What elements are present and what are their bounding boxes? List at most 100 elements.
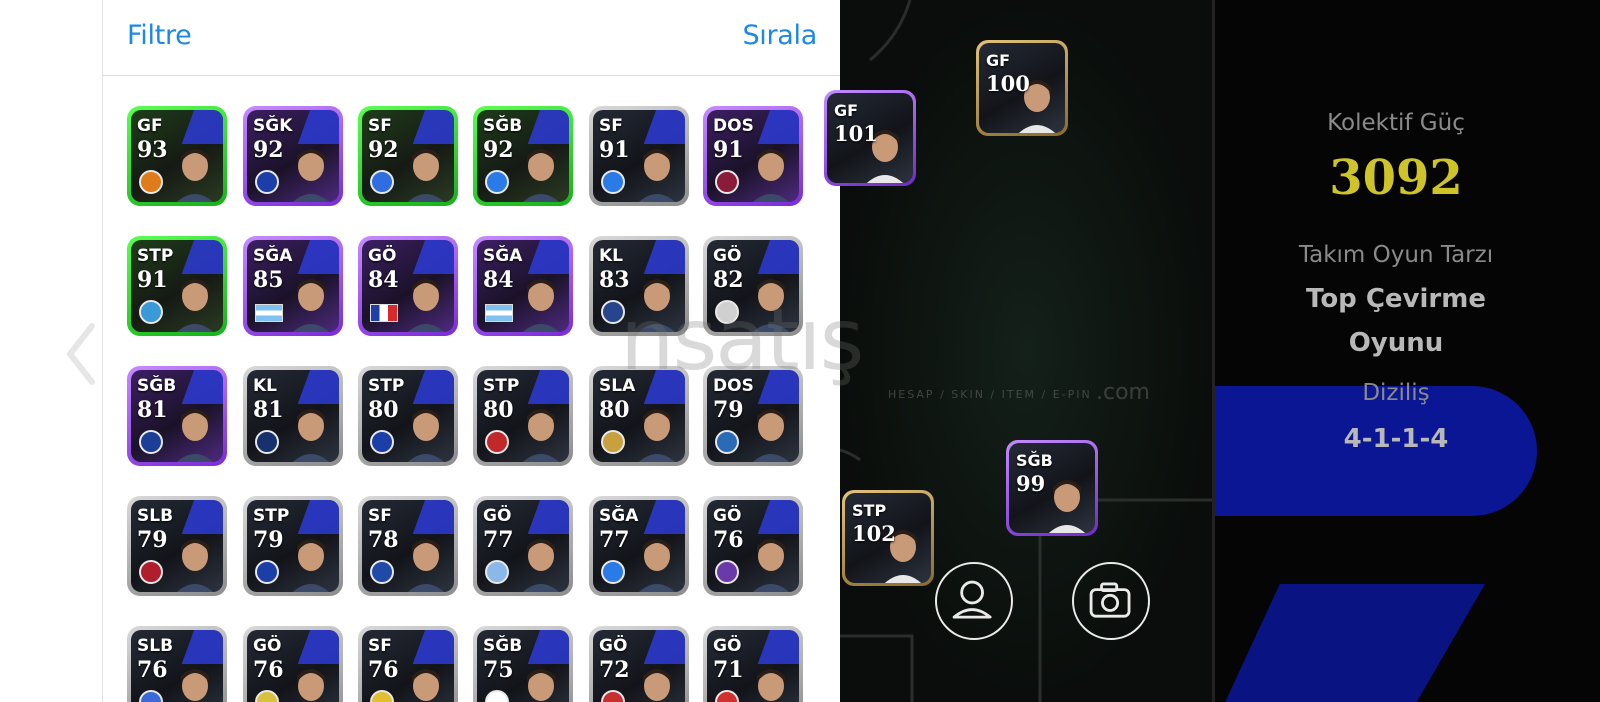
player-portrait-icon: [292, 279, 330, 332]
card-rating: 79: [713, 397, 744, 423]
card-face: KL 81: [247, 370, 339, 462]
card-position: GÖ: [713, 506, 742, 526]
club-crest-icon: [601, 560, 625, 584]
pitch-player-card[interactable]: STP 102: [842, 490, 934, 586]
player-card[interactable]: STP 80: [358, 366, 458, 466]
player-card[interactable]: SĞB 81: [127, 366, 227, 466]
player-list-panel: Filtre Sırala GF 93 SĞK 92 SF 92 SĞB 92 SF 91 DOS 9…: [102, 0, 841, 702]
club-crest-icon: [601, 690, 625, 702]
pitch-player-card[interactable]: GF 101: [824, 90, 916, 186]
player-portrait-icon: [527, 669, 555, 701]
club-crest-icon: [255, 690, 279, 702]
card-position: SF: [368, 116, 392, 136]
pitch-player-card[interactable]: GF 100: [976, 40, 1068, 136]
player-card[interactable]: KL 83: [589, 236, 689, 336]
club-crest-icon: [139, 300, 163, 324]
pitch-player-card[interactable]: SĞB 99: [1006, 440, 1098, 536]
player-card[interactable]: SĞB 92: [473, 106, 573, 206]
power-value: 3092: [1329, 150, 1463, 206]
card-face: SĞB 99: [1009, 443, 1095, 533]
player-card[interactable]: SLB 79: [127, 496, 227, 596]
club-crest-icon: [485, 170, 509, 194]
card-face: STP 102: [845, 493, 931, 583]
player-card[interactable]: GÖ 84: [358, 236, 458, 336]
player-card[interactable]: KL 81: [243, 366, 343, 466]
profile-button[interactable]: [935, 562, 1013, 640]
card-position: DOS: [713, 116, 754, 136]
card-stripe: [757, 110, 799, 144]
player-card[interactable]: GÖ 82: [703, 236, 803, 336]
card-stripe: [757, 370, 799, 404]
chevron-left-icon[interactable]: [64, 322, 98, 386]
player-card[interactable]: SLA 80: [589, 366, 689, 466]
card-face: GÖ 82: [707, 240, 799, 332]
player-portrait-icon: [176, 279, 214, 332]
player-card[interactable]: GÖ 76: [243, 626, 343, 702]
card-rating: 82: [713, 267, 744, 293]
player-card[interactable]: GÖ 71: [703, 626, 803, 702]
watermark-domain: .com: [1096, 380, 1150, 405]
panel-header: Filtre Sırala: [103, 0, 841, 76]
club-crest-icon: [139, 170, 163, 194]
card-face: SF 91: [593, 110, 685, 202]
player-card[interactable]: SF 76: [358, 626, 458, 702]
card-stripe: [527, 240, 569, 274]
player-card[interactable]: STP 80: [473, 366, 573, 466]
player-card[interactable]: SĞA 85: [243, 236, 343, 336]
card-position: GÖ: [599, 636, 628, 656]
card-position: SF: [599, 116, 623, 136]
card-face: SĞB 75: [477, 630, 569, 702]
formation-label: Diziliş: [1362, 380, 1430, 406]
flag-icon: [485, 304, 513, 322]
player-portrait-icon: [176, 149, 214, 202]
player-card[interactable]: STP 91: [127, 236, 227, 336]
card-stripe: [181, 240, 223, 274]
card-position: SĞB: [137, 376, 177, 396]
card-position: SĞA: [483, 246, 523, 266]
player-card[interactable]: SF 78: [358, 496, 458, 596]
card-rating: 92: [483, 137, 514, 163]
card-face: KL 83: [593, 240, 685, 332]
card-rating: 78: [368, 527, 399, 553]
player-card[interactable]: DOS 79: [703, 366, 803, 466]
card-rating: 99: [1016, 471, 1046, 496]
card-face: STP 80: [477, 370, 569, 462]
card-position: GÖ: [483, 506, 512, 526]
club-crest-icon: [370, 690, 394, 702]
player-card[interactable]: SĞA 77: [589, 496, 689, 596]
player-card[interactable]: SĞB 75: [473, 626, 573, 702]
camera-button[interactable]: [1072, 562, 1150, 640]
player-card[interactable]: SF 91: [589, 106, 689, 206]
player-card[interactable]: SĞA 84: [473, 236, 573, 336]
player-card[interactable]: GÖ 76: [703, 496, 803, 596]
card-stripe: [643, 630, 685, 664]
player-card[interactable]: SLB 76: [127, 626, 227, 702]
player-card[interactable]: GÖ 77: [473, 496, 573, 596]
card-stripe: [412, 110, 454, 144]
card-stripe: [412, 500, 454, 534]
card-stripe: [643, 500, 685, 534]
player-portrait-icon: [638, 539, 676, 592]
player-card[interactable]: GÖ 72: [589, 626, 689, 702]
card-position: STP: [137, 246, 174, 266]
card-stripe: [643, 240, 685, 274]
player-card[interactable]: STP 79: [243, 496, 343, 596]
card-face: SLB 76: [131, 630, 223, 702]
player-card[interactable]: DOS 91: [703, 106, 803, 206]
player-card[interactable]: SĞK 92: [243, 106, 343, 206]
player-portrait-icon: [522, 149, 560, 202]
club-crest-icon: [715, 690, 739, 702]
card-stripe: [297, 110, 339, 144]
player-portrait-icon: [407, 409, 445, 462]
player-portrait-icon: [1048, 480, 1086, 533]
filter-button[interactable]: Filtre: [127, 20, 192, 51]
card-rating: 91: [599, 137, 630, 163]
club-crest-icon: [370, 430, 394, 454]
player-portrait-icon: [181, 669, 209, 701]
style-value-line1: Top Çevirme: [1306, 284, 1486, 314]
player-card[interactable]: SF 92: [358, 106, 458, 206]
card-rating: 91: [713, 137, 744, 163]
sort-button[interactable]: Sırala: [742, 20, 817, 51]
card-rating: 76: [137, 657, 168, 683]
player-card[interactable]: GF 93: [127, 106, 227, 206]
